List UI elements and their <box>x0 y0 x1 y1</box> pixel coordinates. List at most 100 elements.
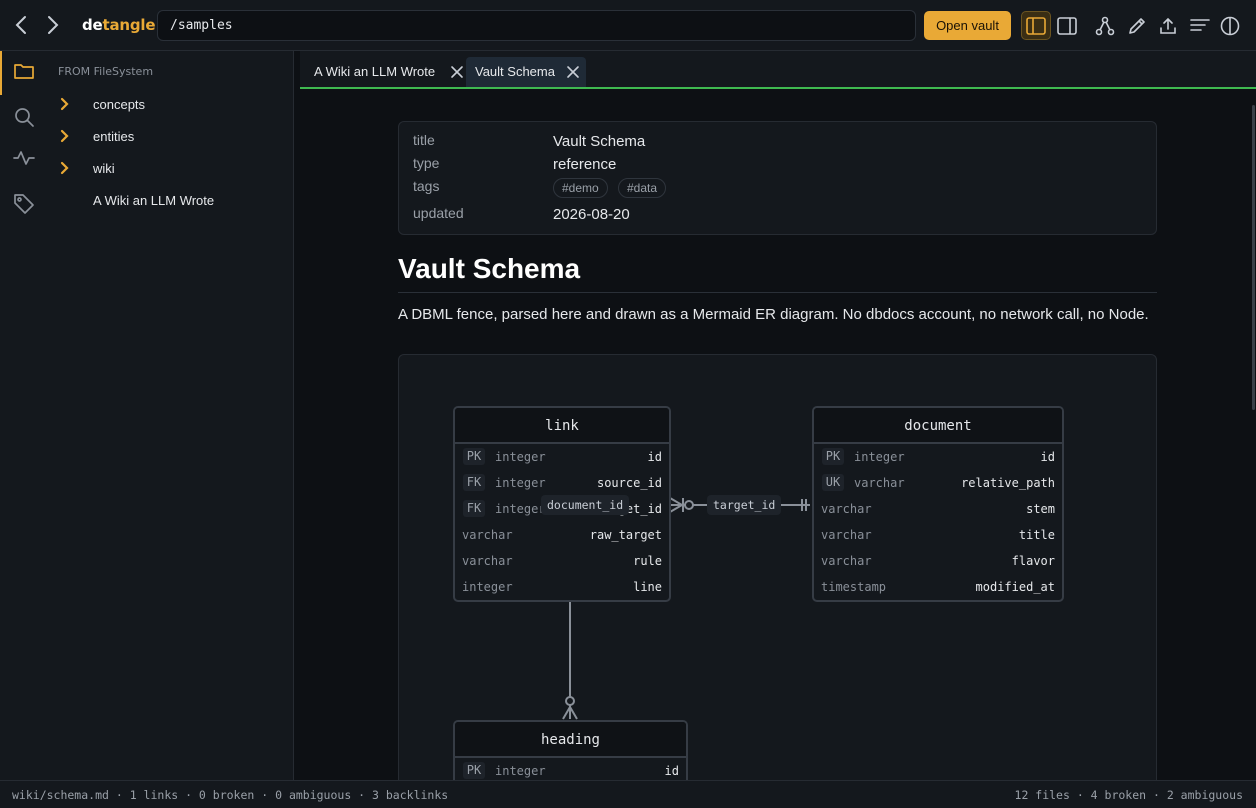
tab-vault-schema[interactable]: Vault Schema <box>466 57 586 87</box>
column-name: id <box>1040 450 1055 464</box>
key-badge: FK <box>463 500 485 517</box>
column-name: flavor <box>1011 554 1055 568</box>
er-row: PK integer id <box>814 444 1062 470</box>
pencil-icon[interactable] <box>1122 11 1152 40</box>
optional-marker <box>565 696 575 706</box>
tag-badge[interactable]: #demo <box>553 178 608 198</box>
document-view[interactable]: title Vault Schema type reference tags #… <box>300 91 1256 780</box>
open-vault-button[interactable]: Open vault <box>924 11 1011 40</box>
column-name: relative_path <box>961 476 1055 490</box>
column-name: modified_at <box>975 580 1055 594</box>
column-type: varchar <box>462 554 513 568</box>
brand-suffix: tangle <box>102 16 156 34</box>
back-icon[interactable] <box>10 13 34 37</box>
graph-icon[interactable] <box>1090 11 1120 40</box>
activity-indicator <box>0 51 2 95</box>
forward-icon[interactable] <box>40 13 64 37</box>
er-row: varchar title <box>814 522 1062 548</box>
optional-marker <box>684 500 694 510</box>
fm-key-tags: tags <box>413 178 440 194</box>
column-type: varchar <box>462 528 513 542</box>
tab-bar: A Wiki an LLM Wrote Vault Schema <box>300 51 1256 89</box>
column-type: integer <box>495 476 546 490</box>
column-name: stem <box>1026 502 1055 516</box>
tab-label: A Wiki an LLM Wrote <box>314 64 436 79</box>
column-type: varchar <box>821 502 872 516</box>
tree-item-label: entities <box>93 129 135 144</box>
fm-key-updated: updated <box>413 205 464 221</box>
theme-icon[interactable] <box>1215 11 1245 40</box>
er-table-heading[interactable]: heading PK integer id <box>453 720 688 780</box>
er-row: varchar raw_target <box>455 522 669 548</box>
er-row: PK integer id <box>455 444 669 470</box>
tag-badge[interactable]: #data <box>618 178 667 198</box>
chevron-right-icon <box>59 129 71 143</box>
upload-icon[interactable] <box>1153 11 1183 40</box>
er-row: varchar rule <box>455 548 669 574</box>
tree-item-entities[interactable]: entities <box>45 123 293 151</box>
column-name: raw_target <box>589 528 662 542</box>
er-table-title: document <box>814 408 1062 444</box>
er-row: UK varchar relative_path <box>814 470 1062 496</box>
explorer-title: FROM FileSystem <box>58 65 154 78</box>
tree-item-concepts[interactable]: concepts <box>45 91 293 119</box>
outline-icon[interactable] <box>1185 11 1215 40</box>
column-type: integer <box>854 450 905 464</box>
chevron-right-icon <box>59 97 71 111</box>
search-icon[interactable] <box>12 105 36 129</box>
key-badge: UK <box>822 474 844 491</box>
pulse-icon[interactable] <box>12 146 36 170</box>
column-type: integer <box>495 502 546 516</box>
fm-value-updated: 2026-08-20 <box>553 206 630 223</box>
fm-key-type: type <box>413 155 440 171</box>
relation-label-target-id: target_id <box>707 495 782 515</box>
er-table-document[interactable]: document PK integer id UK varchar relati… <box>812 406 1064 602</box>
sidebar-left-icon[interactable] <box>1021 11 1051 40</box>
column-name: id <box>664 764 679 778</box>
fm-value-title: Vault Schema <box>553 133 646 150</box>
scrollbar[interactable] <box>1252 105 1255 410</box>
tree-item-file[interactable]: A Wiki an LLM Wrote <box>45 187 293 215</box>
relation-label-document-id: document_id <box>541 495 630 515</box>
er-table-title: heading <box>455 722 686 758</box>
column-name: title <box>1018 528 1055 542</box>
address-input[interactable] <box>157 10 916 41</box>
column-type: varchar <box>821 528 872 542</box>
status-left: wiki/schema.md · 1 links · 0 broken · 0 … <box>12 788 449 802</box>
er-row: integer line <box>455 574 669 600</box>
document-paragraph: A DBML fence, parsed here and drawn as a… <box>398 306 1149 323</box>
key-badge: PK <box>822 448 844 465</box>
column-name: line <box>633 580 662 594</box>
column-type: varchar <box>821 554 872 568</box>
tree-item-wiki[interactable]: wiki <box>45 155 293 183</box>
brand-prefix: de <box>82 16 103 34</box>
tab-label: Vault Schema <box>475 64 555 79</box>
frontmatter-panel: title Vault Schema type reference tags #… <box>398 121 1157 235</box>
er-table-title: link <box>455 408 669 444</box>
tab-a-wiki-an-llm-wrote[interactable]: A Wiki an LLM Wrote <box>305 57 465 87</box>
er-diagram: link PK integer id FK integer source_id … <box>398 354 1157 780</box>
activity-bar <box>0 51 45 780</box>
key-badge: FK <box>463 474 485 491</box>
er-row: PK integer id <box>455 758 686 780</box>
close-icon[interactable] <box>565 64 581 80</box>
column-type: integer <box>495 764 546 778</box>
close-icon[interactable] <box>449 64 465 80</box>
column-name: source_id <box>596 476 662 490</box>
tree-item-label: A Wiki an LLM Wrote <box>93 193 215 208</box>
column-name: rule <box>633 554 662 568</box>
fm-key-title: title <box>413 132 435 148</box>
key-badge: PK <box>463 448 485 465</box>
app-logo: detangle <box>82 16 156 34</box>
tag-icon[interactable] <box>12 192 36 216</box>
column-type: integer <box>462 580 513 594</box>
tree-item-label: concepts <box>93 97 146 112</box>
column-type: integer <box>495 450 546 464</box>
column-type: varchar <box>854 476 905 490</box>
sidebar-right-icon[interactable] <box>1052 11 1082 40</box>
folder-icon[interactable] <box>12 59 36 83</box>
page-title: Vault Schema <box>398 253 1157 293</box>
fm-value-type: reference <box>553 156 617 173</box>
status-right: 12 files · 4 broken · 2 ambiguous <box>1014 788 1243 802</box>
top-bar: detangle Open vault <box>0 0 1256 51</box>
